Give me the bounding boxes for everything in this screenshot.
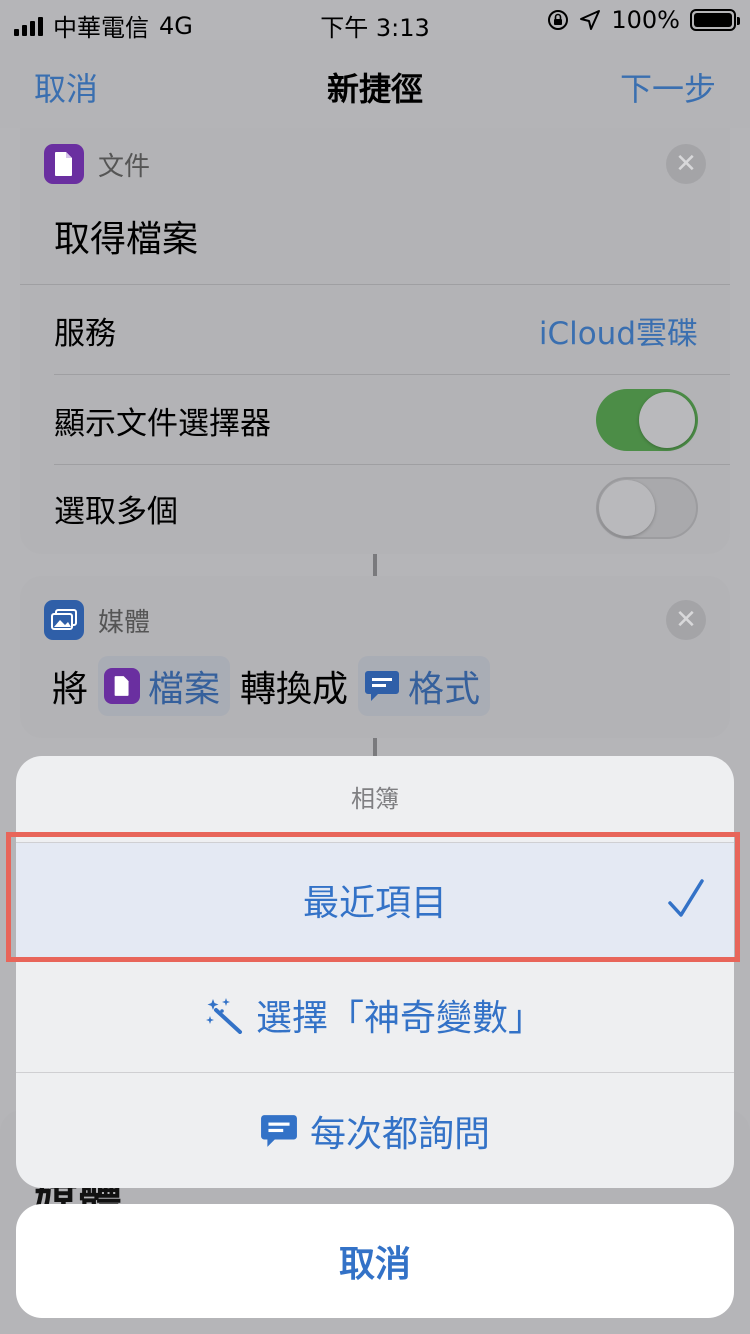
status-bar: 中華電信 4G 下午 3:13 100% [0, 0, 750, 42]
checkmark-icon [668, 879, 704, 917]
speech-bubble-icon [261, 1114, 297, 1147]
nav-next-button[interactable]: 下一步 [620, 64, 716, 110]
navigation-bar: 取消 新捷徑 下一步 [0, 40, 750, 128]
service-label: 服務 [54, 315, 116, 352]
service-row[interactable]: 服務 iCloud雲碟 [54, 286, 698, 374]
remove-action-button[interactable]: ✕ [666, 144, 706, 184]
option-label: 每次都詢問 [309, 1113, 490, 1155]
card-category-label: 文件 [98, 151, 151, 182]
verb-text: 將 [52, 669, 89, 710]
document-icon [104, 668, 141, 704]
service-value[interactable]: iCloud雲碟 [539, 308, 698, 353]
action-card-convert-media[interactable]: 媒體 ✕ 將 檔案 轉換成 格式 [20, 576, 730, 738]
option-label: 選擇「神奇變數」 [255, 998, 544, 1039]
remove-action-button[interactable]: ✕ [666, 600, 706, 640]
file-token-label: 檔案 [148, 669, 221, 710]
select-multiple-toggle[interactable] [596, 477, 698, 539]
middle-text: 轉換成 [240, 669, 349, 710]
location-icon [580, 10, 601, 30]
card-category-label: 媒體 [98, 607, 151, 638]
action-connector [373, 554, 377, 576]
show-picker-row: 顯示文件選擇器 [54, 376, 698, 464]
battery-icon [690, 9, 740, 31]
screen: 中華電信 4G 下午 3:13 100% 取消 新捷徑 下一步 文件 ✕ 取得檔… [0, 0, 750, 1334]
orientation-lock-icon [548, 10, 569, 30]
option-magic-variable[interactable]: 選擇「神奇變數」 [16, 958, 734, 1073]
action-title: 取得檔案 [54, 219, 199, 260]
select-multiple-row: 選取多個 [54, 464, 698, 552]
show-picker-toggle[interactable] [596, 389, 698, 451]
action-connector [373, 738, 377, 758]
sheet-header: 相簿 [16, 756, 734, 843]
format-parameter-token[interactable]: 格式 [358, 656, 491, 716]
option-recent-items[interactable]: 最近項目 [16, 843, 734, 958]
album-action-sheet: 相簿 最近項目 選擇「神奇變數」 每次都詢問 [16, 756, 734, 1188]
option-ask-each-time[interactable]: 每次都詢問 [16, 1073, 734, 1188]
file-variable-token[interactable]: 檔案 [98, 656, 231, 716]
sheet-cancel-button[interactable]: 取消 [16, 1204, 734, 1318]
photos-icon [44, 600, 84, 640]
option-label: 最近項目 [302, 883, 447, 924]
status-right: 100% [547, 6, 740, 34]
divider [20, 284, 730, 285]
action-card-get-file[interactable]: 文件 ✕ 取得檔案 服務 iCloud雲碟 顯示文件選擇器 選取多個 [20, 128, 730, 554]
action-sentence: 將 檔案 轉換成 格式 [52, 656, 491, 716]
speech-bubble-icon [365, 671, 400, 701]
divider [54, 374, 730, 375]
select-multiple-label: 選取多個 [54, 493, 178, 530]
card-category: 文件 [44, 144, 150, 184]
battery-percent: 100% [611, 6, 680, 34]
document-icon [44, 144, 84, 184]
show-picker-label: 顯示文件選擇器 [54, 405, 271, 442]
card-category: 媒體 [44, 600, 150, 640]
format-token-label: 格式 [408, 669, 481, 710]
magic-wand-icon [205, 998, 242, 1034]
